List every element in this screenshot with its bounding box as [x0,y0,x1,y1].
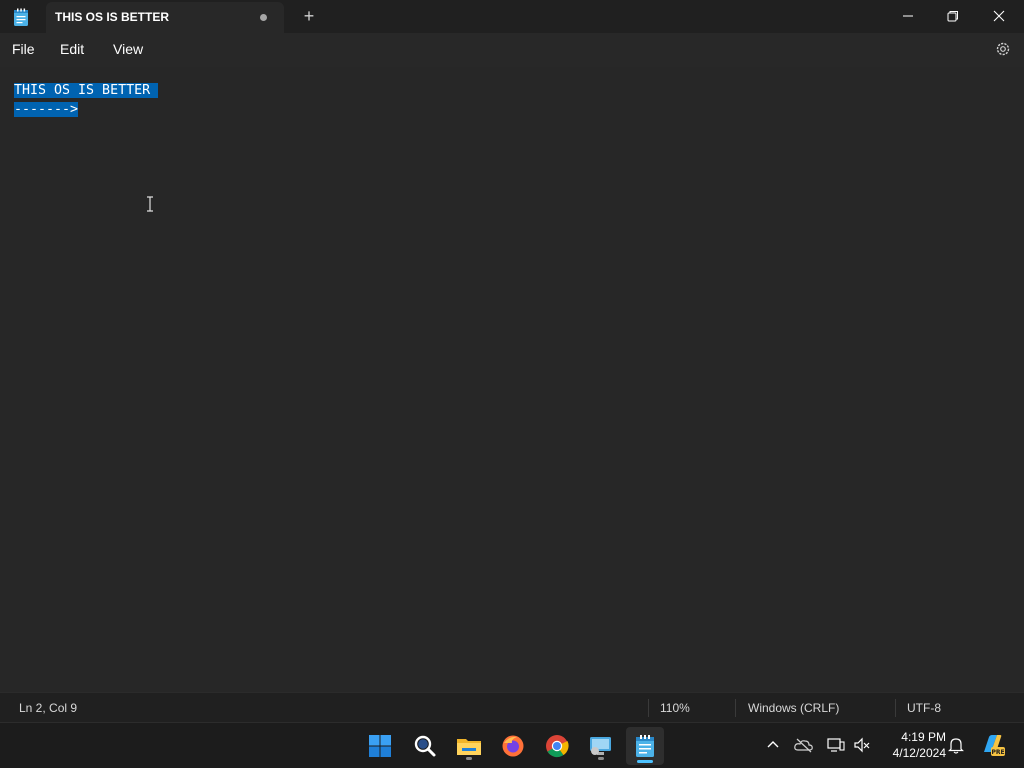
menu-edit[interactable]: Edit [60,41,84,57]
status-bar: Ln 2, Col 9 110% Windows (CRLF) UTF-8 [0,692,1024,722]
minimize-button[interactable] [885,0,931,32]
document-tab[interactable]: THIS OS IS BETTER [46,2,284,33]
onedrive-offline-icon[interactable] [794,735,814,755]
text-cursor-icon [145,196,155,212]
clock-time: 4:19 PM [901,730,946,744]
copilot-preview-icon[interactable]: PRE [980,732,1006,758]
text-line-1: THIS OS IS BETTER [14,83,159,98]
windows-start-icon[interactable] [364,730,396,762]
new-tab-button[interactable]: + [298,5,320,27]
status-divider [735,699,736,717]
svg-text:PRE: PRE [991,749,1004,756]
notepad-app-icon [11,7,31,27]
text-line-2: -------> [14,102,79,117]
network-icon[interactable] [826,735,846,755]
taskbar: 4:19 PM 4/12/2024 PRE [0,722,1024,768]
menu-file[interactable]: File [12,41,35,57]
notification-bell-icon[interactable] [946,735,966,755]
firefox-icon[interactable] [497,730,529,762]
remote-desktop-icon[interactable] [585,730,617,762]
encoding[interactable]: UTF-8 [907,701,941,715]
menu-view[interactable]: View [113,41,143,57]
active-indicator [637,760,653,763]
close-button[interactable] [976,0,1022,32]
restore-button[interactable] [930,0,976,32]
chevron-up-icon[interactable] [763,735,783,755]
search-icon[interactable] [409,730,441,762]
text-editor[interactable]: THIS OS IS BETTER -------> [0,67,1024,692]
volume-muted-icon[interactable] [852,735,872,755]
status-divider [648,699,649,717]
unsaved-indicator-icon[interactable] [260,14,267,21]
editor-content[interactable]: THIS OS IS BETTER -------> [14,81,159,119]
running-indicator [466,757,472,760]
status-divider [895,699,896,717]
cursor-position: Ln 2, Col 9 [19,701,78,715]
notepad-icon[interactable] [626,727,664,765]
tab-title: THIS OS IS BETTER [55,10,170,24]
clock[interactable]: 4:19 PM 4/12/2024 [880,729,946,761]
clock-date: 4/12/2024 [892,746,946,760]
title-bar: THIS OS IS BETTER + [0,0,1024,33]
zoom-level[interactable]: 110% [660,701,690,715]
chrome-icon[interactable] [541,730,573,762]
file-explorer-icon[interactable] [453,730,485,762]
menu-bar: File Edit View [0,33,1024,67]
running-indicator [598,757,604,760]
line-ending[interactable]: Windows (CRLF) [748,701,839,715]
settings-gear-icon[interactable] [993,39,1013,59]
